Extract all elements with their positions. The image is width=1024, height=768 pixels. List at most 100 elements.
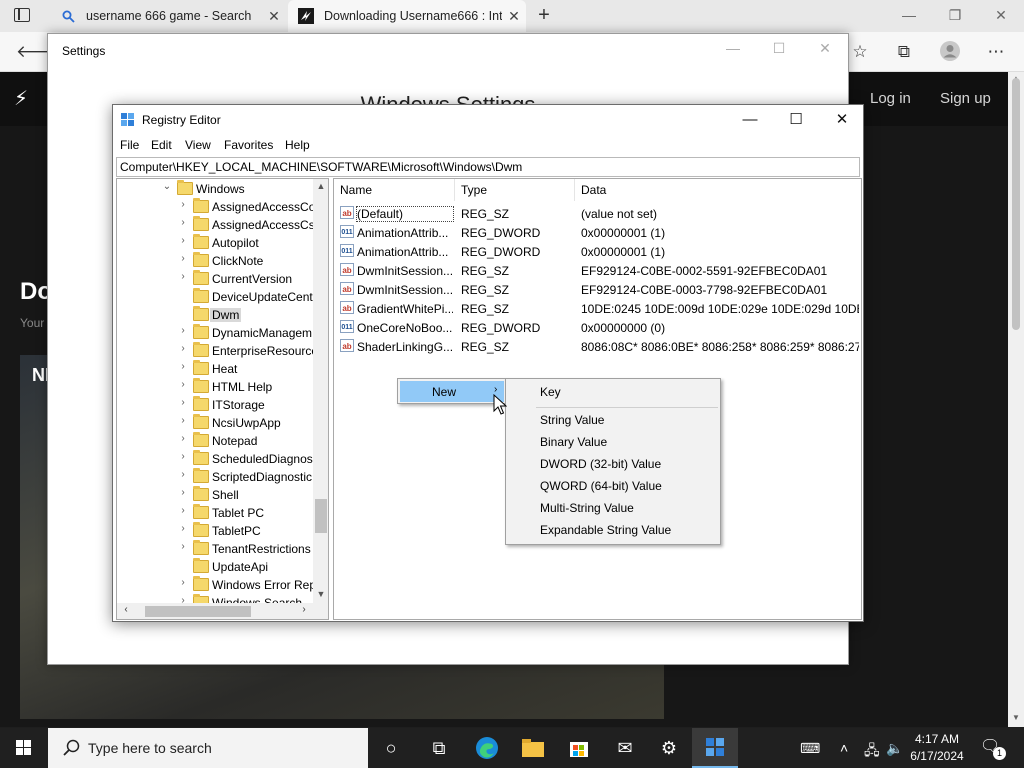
volume-muted-icon[interactable]: 🔈 — [886, 740, 903, 757]
file-explorer-icon[interactable] — [510, 728, 556, 768]
menu-item-dword-value[interactable]: DWORD (32-bit) Value — [508, 453, 718, 475]
value-row[interactable]: ab GradientWhitePi... REG_SZ 10DE:0245 10DE… — [334, 299, 861, 318]
chevron-right-icon[interactable]: › — [178, 361, 188, 372]
value-row[interactable]: 011 AnimationAttrib... REG_DWORD 0x00000001… — [334, 223, 861, 242]
tree-item[interactable]: › ScriptedDiagnostic — [117, 468, 313, 486]
chevron-right-icon[interactable]: › — [178, 487, 188, 498]
chevron-right-icon[interactable]: › — [178, 541, 188, 552]
minimize-settings-icon[interactable]: — — [718, 40, 748, 56]
scrollbar-thumb[interactable] — [1012, 78, 1020, 330]
tree-item[interactable]: › Shell — [117, 486, 313, 504]
tree-item[interactable]: DeviceUpdateCent — [117, 288, 313, 306]
value-row[interactable]: ab DwmInitSession... REG_SZ EF929124-C0BE-0… — [334, 280, 861, 299]
menu-help[interactable]: Help — [285, 138, 310, 152]
collections-icon[interactable]: ⧉ — [892, 40, 916, 64]
tree-item[interactable]: › EnterpriseResource — [117, 342, 318, 360]
tree-vertical-scrollbar[interactable]: ▲ ▼ — [313, 179, 328, 603]
start-button[interactable] — [0, 728, 48, 768]
chevron-up-icon[interactable]: ˄ — [840, 740, 848, 756]
tree-item[interactable]: › Autopilot — [117, 234, 313, 252]
menu-item-expandable-string-value[interactable]: Expandable String Value — [508, 519, 718, 541]
scroll-up-arrow-icon[interactable]: ▲ — [313, 181, 328, 191]
chevron-right-icon[interactable]: › — [178, 577, 188, 588]
cortana-icon[interactable]: ○ — [368, 728, 414, 768]
close-icon[interactable]: ✕ — [819, 105, 865, 135]
column-header-name[interactable]: Name — [334, 179, 455, 201]
action-center-icon[interactable]: 🗨 1 — [980, 736, 1006, 760]
signup-link[interactable]: Sign up — [940, 90, 991, 107]
close-tab-icon[interactable]: ✕ — [262, 8, 286, 25]
close-settings-icon[interactable]: ✕ — [810, 40, 840, 57]
menu-edit[interactable]: Edit — [151, 138, 172, 152]
tree-item[interactable]: › ScheduledDiagnos — [117, 450, 313, 468]
scroll-down-arrow-icon[interactable]: ▼ — [1008, 713, 1024, 722]
tree-item-windows[interactable]: ⌄ Windows — [117, 180, 313, 198]
tab-actions-icon[interactable] — [14, 8, 30, 22]
address-bar[interactable]: Computer\HKEY_LOCAL_MACHINE\SOFTWARE\Mic… — [116, 157, 860, 177]
tree-item[interactable]: › CurrentVersion — [117, 270, 313, 288]
tree-item[interactable]: › TabletPC — [117, 522, 313, 540]
menu-item-qword-value[interactable]: QWORD (64-bit) Value — [508, 475, 718, 497]
close-browser-icon[interactable]: ✕ — [986, 4, 1016, 26]
menu-item-binary-value[interactable]: Binary Value — [508, 431, 718, 453]
tree-item[interactable]: › ClickNote — [117, 252, 313, 270]
site-logo[interactable]: ⚡ — [14, 86, 28, 111]
value-row[interactable]: ab (Default) REG_SZ (value not set) — [334, 204, 861, 223]
tree-item[interactable]: Dwm — [117, 306, 313, 324]
chevron-right-icon[interactable]: › — [178, 451, 188, 462]
chevron-right-icon[interactable]: › — [178, 271, 188, 282]
scroll-down-arrow-icon[interactable]: ▼ — [313, 589, 328, 599]
favorites-icon[interactable]: ☆ — [848, 40, 872, 64]
tree-item[interactable]: › Windows Error Rep — [117, 576, 316, 594]
chevron-right-icon[interactable]: › — [178, 433, 188, 444]
page-scrollbar[interactable]: ▲ ▼ — [1008, 72, 1024, 727]
value-row[interactable]: ab ShaderLinkingG... REG_SZ 8086:08C* 8086:… — [334, 337, 861, 356]
chevron-right-icon[interactable]: › — [178, 415, 188, 426]
registry-editor-titlebar[interactable]: Registry Editor — ☐ ✕ — [113, 105, 863, 135]
taskbar-search-box[interactable]: Type here to search — [48, 728, 368, 768]
browser-tab-download[interactable]: Downloading Username666 : Int ✕ — [288, 0, 526, 32]
task-view-icon[interactable]: ⧉ — [416, 728, 462, 768]
tree-item[interactable]: › AssignedAccessCsp — [117, 216, 321, 234]
close-tab-icon[interactable]: ✕ — [502, 8, 526, 25]
chevron-right-icon[interactable]: › — [178, 379, 188, 390]
value-row[interactable]: ab DwmInitSession... REG_SZ EF929124-C0BE-0… — [334, 261, 861, 280]
menu-item-multi-string-value[interactable]: Multi-String Value — [508, 497, 718, 519]
value-row[interactable]: 011 AnimationAttrib... REG_DWORD 0x00000001… — [334, 242, 861, 261]
tree-horizontal-scrollbar[interactable]: ‹ › — [117, 603, 313, 619]
menu-view[interactable]: View — [185, 138, 211, 152]
tree-item[interactable]: › NcsiUwpApp — [117, 414, 313, 432]
scrollbar-thumb[interactable] — [145, 606, 251, 617]
chevron-right-icon[interactable]: › — [178, 343, 188, 354]
chevron-right-icon[interactable]: › — [178, 235, 188, 246]
store-icon[interactable] — [556, 728, 602, 768]
chevron-right-icon[interactable]: › — [178, 469, 188, 480]
column-header-type[interactable]: Type — [455, 179, 575, 201]
tree-item[interactable]: UpdateApi — [117, 558, 313, 576]
minimize-icon[interactable]: — — [727, 105, 773, 135]
maximize-icon[interactable]: ☐ — [773, 105, 819, 135]
browser-tab-search[interactable]: username 666 game - Search ✕ — [50, 0, 286, 32]
value-row[interactable]: 011 OneCoreNoBoo... REG_DWORD 0x00000000 (0… — [334, 318, 861, 337]
edge-browser-icon[interactable] — [464, 728, 510, 768]
profile-icon[interactable] — [938, 40, 962, 64]
scrollbar-thumb[interactable] — [315, 499, 327, 533]
network-icon[interactable]: 🖧 — [864, 740, 880, 764]
tree-item[interactable]: › ITStorage — [117, 396, 313, 414]
tree-item[interactable]: › HTML Help — [117, 378, 313, 396]
menu-file[interactable]: File — [120, 138, 139, 152]
chevron-down-icon[interactable]: ⌄ — [162, 181, 172, 192]
tree-item[interactable]: › DynamicManagem — [117, 324, 313, 342]
menu-favorites[interactable]: Favorites — [224, 138, 273, 152]
chevron-right-icon[interactable]: › — [178, 505, 188, 516]
settings-gear-icon[interactable]: ⚙ — [646, 728, 692, 768]
chevron-right-icon[interactable]: › — [178, 253, 188, 264]
chevron-right-icon[interactable]: › — [178, 397, 188, 408]
new-tab-button[interactable]: + — [534, 4, 554, 26]
menu-item-new[interactable]: New › — [400, 381, 504, 402]
tree-item[interactable]: › Notepad — [117, 432, 313, 450]
registry-editor-taskbar-icon[interactable] — [692, 728, 738, 768]
tree-item[interactable]: › TenantRestrictions — [117, 540, 313, 558]
mail-icon[interactable]: ✉ — [602, 728, 648, 768]
scroll-left-arrow-icon[interactable]: ‹ — [119, 604, 133, 615]
